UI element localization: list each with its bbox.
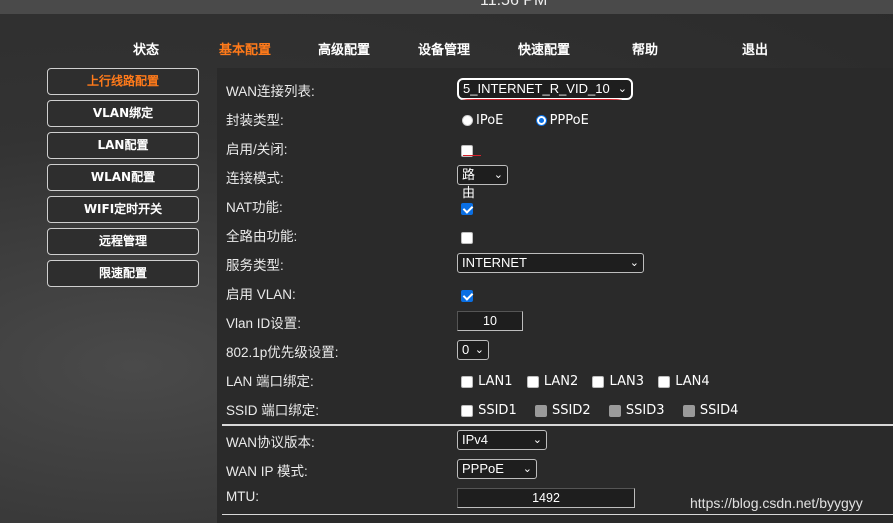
bottom-divider: [222, 514, 893, 515]
watermark-text: https://blog.csdn.net/byygyy: [690, 495, 863, 511]
vlan-id-input[interactable]: 10: [457, 311, 523, 331]
encap-type-label: 封装类型:: [226, 113, 284, 128]
lan1-checkbox[interactable]: [461, 375, 473, 388]
nav-item-status[interactable]: 状态: [133, 39, 159, 58]
chevron-down-icon: ⌄: [522, 463, 532, 475]
wan-proto-select[interactable]: IPv4 ⌄: [457, 430, 547, 450]
row-ssid-bind: SSID 端口绑定: SSID1 SSID2 SSID3 SSID4: [217, 393, 893, 422]
wan-ip-mode-label: WAN IP 模式:: [226, 464, 308, 479]
wan-list-select[interactable]: 5_INTERNET_R_VID_10 ⌄: [457, 78, 633, 100]
top-nav: 状态 基本配置 高级配置 设备管理 快速配置 帮助 退出: [0, 30, 893, 64]
priority-label: 802.1p优先级设置:: [226, 345, 339, 360]
enable-vlan-checkbox[interactable]: [461, 289, 473, 302]
ssid3-label: SSID3: [625, 403, 665, 418]
nat-label: NAT功能:: [226, 200, 283, 215]
sidebar-item-rate-limit[interactable]: 限速配置: [47, 260, 199, 287]
lan2-label: LAN2: [543, 374, 579, 389]
lan-bind-label: LAN 端口绑定:: [226, 374, 314, 389]
chevron-down-icon: ⌄: [493, 169, 503, 181]
wan-ip-mode-select[interactable]: PPPoE ⌄: [457, 459, 537, 479]
chevron-down-icon: ⌄: [474, 344, 484, 356]
sidebar-item-wifi-timer[interactable]: WIFI定时开关: [47, 196, 199, 223]
ssid1-checkbox[interactable]: [461, 404, 473, 417]
row-conn-mode: 连接模式: 路由 ⌄: [217, 161, 893, 200]
sidebar-item-vlan-binding[interactable]: VLAN绑定: [47, 100, 199, 127]
ssid3-checkbox[interactable]: [608, 404, 621, 417]
row-enable: 启用/关闭:: [217, 132, 893, 161]
row-priority: 802.1p优先级设置: 0 ⌄: [217, 335, 893, 364]
service-type-select[interactable]: INTERNET ⌄: [457, 253, 644, 273]
ssid2-checkbox[interactable]: [534, 404, 547, 417]
lan1-label: LAN1: [478, 374, 513, 389]
nav-item-device-management[interactable]: 设备管理: [418, 39, 470, 58]
lan4-label: LAN4: [675, 374, 710, 389]
ssid4-label: SSID4: [699, 403, 739, 418]
clock-text: 11:56 PM: [480, 0, 548, 9]
chevron-down-icon: ⌄: [617, 83, 627, 95]
nav-item-basic-config[interactable]: 基本配置: [219, 39, 271, 58]
enable-vlan-label: 启用 VLAN:: [226, 287, 296, 302]
row-wan-ip-mode: WAN IP 模式: PPPoE ⌄: [217, 454, 893, 483]
lan3-checkbox[interactable]: [592, 375, 605, 388]
service-type-label: 服务类型:: [226, 258, 284, 273]
config-panel: WAN连接列表: 5_INTERNET_R_VID_10 ⌄ 封装类型: IPo…: [217, 68, 893, 523]
ssid4-checkbox[interactable]: [682, 404, 695, 417]
row-wan-proto: WAN协议版本: IPv4 ⌄: [217, 425, 893, 454]
row-enable-vlan: 启用 VLAN:: [217, 277, 893, 306]
vlan-id-label: Vlan ID设置:: [226, 316, 302, 331]
ssid1-label: SSID1: [478, 403, 517, 418]
encap-pppoe-radio[interactable]: [535, 115, 547, 126]
priority-select[interactable]: 0 ⌄: [457, 340, 489, 360]
mtu-label: MTU:: [226, 489, 259, 504]
lan4-checkbox[interactable]: [658, 375, 671, 388]
encap-ipoe-radio[interactable]: [462, 115, 473, 126]
full-route-checkbox[interactable]: [461, 231, 473, 244]
conn-mode-label: 连接模式:: [226, 171, 284, 186]
nav-item-advanced-config[interactable]: 高级配置: [318, 39, 370, 58]
row-service-type: 服务类型: INTERNET ⌄: [217, 248, 893, 277]
annotation-underline: [462, 99, 622, 100]
annotation-underline-small: [463, 155, 481, 156]
chevron-down-icon: ⌄: [532, 434, 542, 446]
wan-proto-label: WAN协议版本:: [226, 435, 315, 450]
lan3-label: LAN3: [609, 374, 644, 389]
full-route-label: 全路由功能:: [226, 229, 298, 244]
mtu-input[interactable]: 1492: [457, 488, 635, 508]
chevron-down-icon: ⌄: [629, 257, 639, 269]
nav-item-help[interactable]: 帮助: [632, 39, 658, 58]
nav-item-logout[interactable]: 退出: [742, 39, 768, 58]
sidebar-item-remote-management[interactable]: 远程管理: [47, 228, 199, 255]
sidebar-item-uplink-config[interactable]: 上行线路配置: [47, 68, 199, 95]
ssid-bind-label: SSID 端口绑定:: [226, 403, 320, 418]
lan2-checkbox[interactable]: [526, 375, 539, 388]
encap-pppoe-label: PPPoE: [549, 113, 589, 128]
conn-mode-select[interactable]: 路由 ⌄: [457, 165, 508, 200]
enable-label: 启用/关闭:: [226, 142, 288, 157]
row-full-route: 全路由功能:: [217, 219, 893, 248]
row-lan-bind: LAN 端口绑定: LAN1 LAN2 LAN3 LAN4: [217, 364, 893, 393]
wan-list-label: WAN连接列表:: [226, 84, 315, 99]
sidebar-item-lan-config[interactable]: LAN配置: [47, 132, 199, 159]
row-nat: NAT功能:: [217, 190, 893, 219]
ssid2-label: SSID2: [552, 403, 591, 418]
top-strip: [0, 0, 893, 14]
nat-checkbox[interactable]: [461, 202, 473, 215]
row-vlan-id: Vlan ID设置: 10: [217, 306, 893, 335]
nav-item-quick-config[interactable]: 快速配置: [518, 39, 570, 58]
row-encap-type: 封装类型: IPoE PPPoE: [217, 103, 893, 132]
sidebar-item-wlan-config[interactable]: WLAN配置: [47, 164, 199, 191]
encap-ipoe-label: IPoE: [476, 113, 504, 128]
